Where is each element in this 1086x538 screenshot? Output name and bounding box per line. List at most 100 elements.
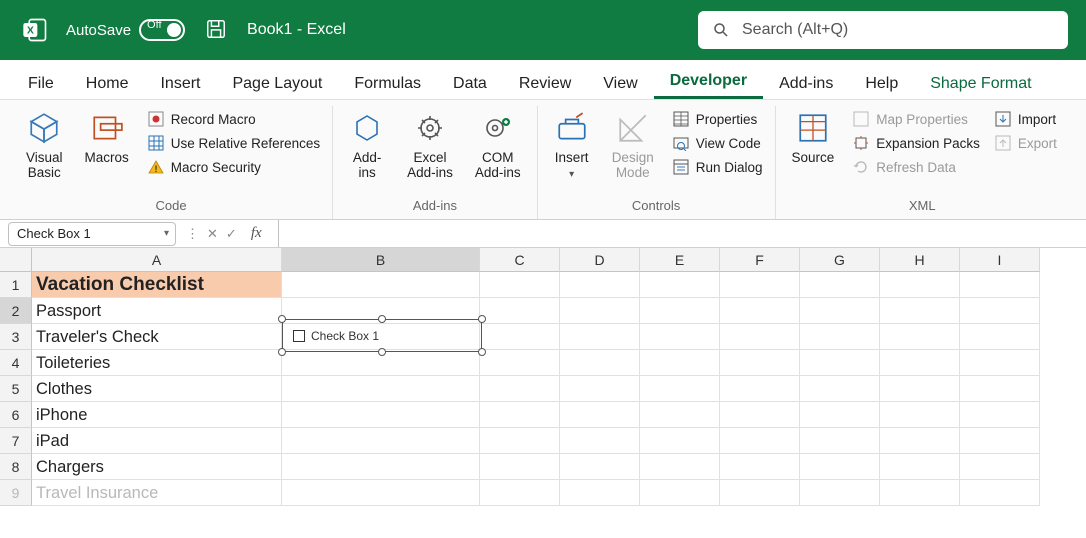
cell-H9[interactable] [880,480,960,506]
cell-E4[interactable] [640,350,720,376]
map-properties-button[interactable]: Map Properties [852,110,980,128]
cell-A3[interactable]: Traveler's Check [32,324,282,350]
tab-page-layout[interactable]: Page Layout [216,69,338,99]
macro-security-button[interactable]: !Macro Security [147,158,320,176]
cell-B9[interactable] [282,480,480,506]
autosave-toggle[interactable]: AutoSave Off [66,19,185,41]
cell-A2[interactable]: Passport [32,298,282,324]
cell-B7[interactable] [282,428,480,454]
cell-F3[interactable] [720,324,800,350]
chevron-down-icon[interactable]: ▾ [164,228,169,239]
cell-E2[interactable] [640,298,720,324]
properties-button[interactable]: Properties [672,110,763,128]
insert-control-button[interactable]: Insert ▾ [550,110,594,180]
addins-button[interactable]: Add- ins [345,110,389,180]
cell-D8[interactable] [560,454,640,480]
resize-handle[interactable] [278,315,286,323]
cell-G5[interactable] [800,376,880,402]
com-addins-button[interactable]: COM Add-ins [471,110,525,180]
cell-G7[interactable] [800,428,880,454]
tab-developer[interactable]: Developer [654,66,763,99]
resize-handle[interactable] [478,315,486,323]
cell-D6[interactable] [560,402,640,428]
cell-H4[interactable] [880,350,960,376]
row-header-7[interactable]: 7 [0,428,32,454]
cell-I3[interactable] [960,324,1040,350]
col-header-C[interactable]: C [480,248,560,272]
confirm-icon[interactable]: ✓ [226,226,237,242]
cell-I1[interactable] [960,272,1040,298]
cell-C5[interactable] [480,376,560,402]
cell-F2[interactable] [720,298,800,324]
checkbox-shape[interactable]: Check Box 1 [282,319,482,352]
cell-E3[interactable] [640,324,720,350]
name-box[interactable]: Check Box 1 ▾ [8,222,176,246]
cell-G8[interactable] [800,454,880,480]
col-header-H[interactable]: H [880,248,960,272]
cell-B6[interactable] [282,402,480,428]
cell-I4[interactable] [960,350,1040,376]
export-button[interactable]: Export [994,134,1057,152]
cell-C1[interactable] [480,272,560,298]
macros-button[interactable]: Macros [81,110,133,180]
cell-D3[interactable] [560,324,640,350]
cell-C6[interactable] [480,402,560,428]
tab-data[interactable]: Data [437,69,503,99]
cell-G6[interactable] [800,402,880,428]
cell-A1[interactable]: Vacation Checklist [32,272,282,298]
row-header-3[interactable]: 3 [0,324,32,350]
cell-A4[interactable]: Toileteries [32,350,282,376]
visual-basic-button[interactable]: Visual Basic [22,110,67,180]
cell-F9[interactable] [720,480,800,506]
cell-I2[interactable] [960,298,1040,324]
cell-E7[interactable] [640,428,720,454]
cell-H8[interactable] [880,454,960,480]
tab-shape-format[interactable]: Shape Format [914,69,1047,99]
cell-D7[interactable] [560,428,640,454]
tab-insert[interactable]: Insert [144,69,216,99]
cell-H6[interactable] [880,402,960,428]
cell-I5[interactable] [960,376,1040,402]
tab-add-ins[interactable]: Add-ins [763,69,849,99]
cell-C7[interactable] [480,428,560,454]
cell-A8[interactable]: Chargers [32,454,282,480]
col-header-I[interactable]: I [960,248,1040,272]
cell-I8[interactable] [960,454,1040,480]
refresh-data-button[interactable]: Refresh Data [852,158,980,176]
cell-H5[interactable] [880,376,960,402]
cell-A5[interactable]: Clothes [32,376,282,402]
cell-I9[interactable] [960,480,1040,506]
cell-B5[interactable] [282,376,480,402]
col-header-B[interactable]: B [282,248,480,272]
view-code-button[interactable]: View Code [672,134,763,152]
resize-handle[interactable] [378,315,386,323]
cell-F7[interactable] [720,428,800,454]
cell-C8[interactable] [480,454,560,480]
fx-icon[interactable]: fx [245,225,268,242]
cell-B8[interactable] [282,454,480,480]
cell-D1[interactable] [560,272,640,298]
row-header-2[interactable]: 2 [0,298,32,324]
tab-file[interactable]: File [12,69,70,99]
resize-handle[interactable] [378,348,386,356]
col-header-D[interactable]: D [560,248,640,272]
cell-F1[interactable] [720,272,800,298]
cell-B1[interactable] [282,272,480,298]
cell-I7[interactable] [960,428,1040,454]
cell-E9[interactable] [640,480,720,506]
cell-G9[interactable] [800,480,880,506]
row-header-1[interactable]: 1 [0,272,32,298]
cell-E5[interactable] [640,376,720,402]
save-icon[interactable] [205,18,227,43]
row-header-8[interactable]: 8 [0,454,32,480]
row-header-9[interactable]: 9 [0,480,32,506]
tab-view[interactable]: View [587,69,653,99]
tab-help[interactable]: Help [849,69,914,99]
cell-F4[interactable] [720,350,800,376]
col-header-F[interactable]: F [720,248,800,272]
search-box[interactable]: Search (Alt+Q) [698,11,1068,49]
tab-home[interactable]: Home [70,69,145,99]
source-button[interactable]: Source [788,110,839,176]
row-header-4[interactable]: 4 [0,350,32,376]
cell-F5[interactable] [720,376,800,402]
